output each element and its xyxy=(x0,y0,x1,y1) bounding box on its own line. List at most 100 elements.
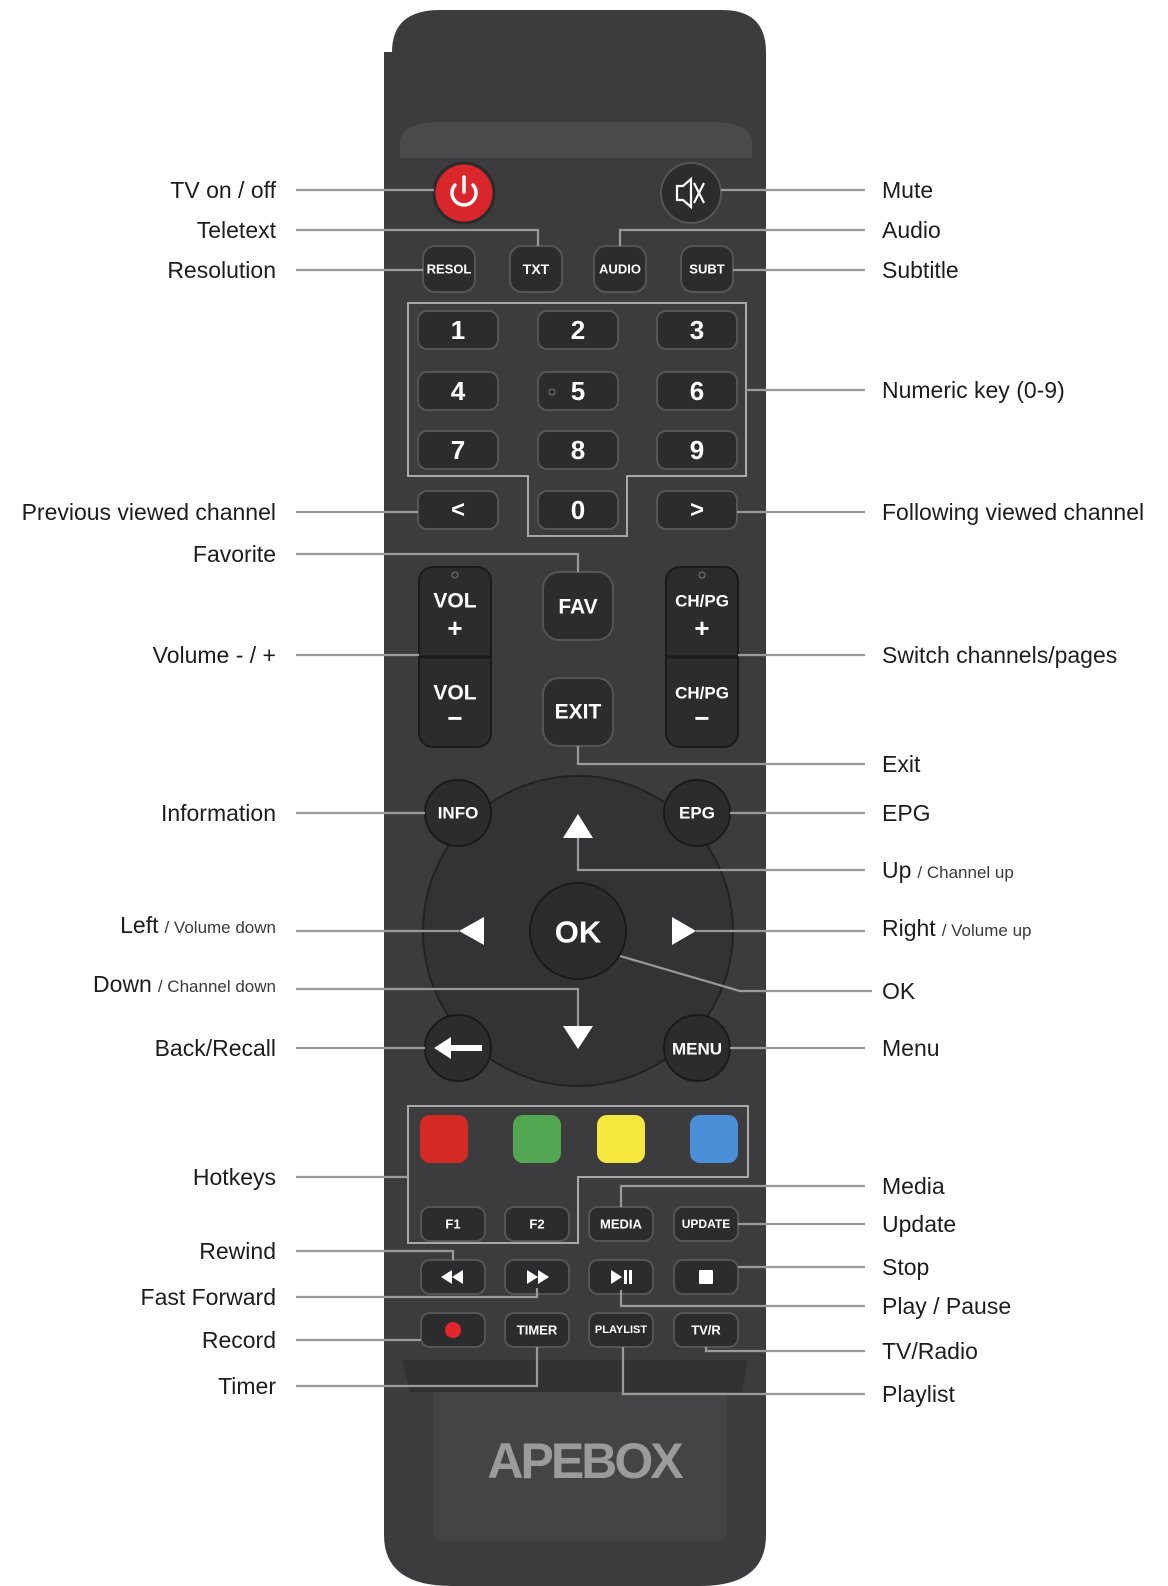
label-record: Record xyxy=(202,1327,276,1353)
digit-6-label: 6 xyxy=(690,376,704,406)
digit-5-label: 5 xyxy=(571,376,585,406)
right-labels: Mute Audio Subtitle Numeric key (0-9) Fo… xyxy=(882,177,1144,1407)
record-icon xyxy=(445,1322,461,1338)
resolution-button[interactable]: RESOL xyxy=(422,245,476,293)
digit-4-label: 4 xyxy=(451,376,466,406)
subtitle-button[interactable]: SUBT xyxy=(680,245,734,293)
rewind-button[interactable] xyxy=(420,1259,486,1295)
teletext-button[interactable]: TXT xyxy=(509,245,563,293)
f2-button[interactable]: F2 xyxy=(504,1206,570,1242)
red-hotkey[interactable] xyxy=(420,1115,468,1163)
label-exit: Exit xyxy=(882,751,921,777)
left-labels: TV on / off Teletext Resolution Previous… xyxy=(22,177,277,1399)
label-up-main: Up xyxy=(882,857,911,883)
info-label: INFO xyxy=(438,804,479,823)
favorite-label: FAV xyxy=(558,596,597,619)
label-up-sub: / Channel up xyxy=(917,863,1013,882)
label-tv-radio: TV/Radio xyxy=(882,1338,978,1364)
record-button[interactable] xyxy=(420,1312,486,1348)
media-button[interactable]: MEDIA xyxy=(588,1206,654,1242)
digit-1-button[interactable]: 1 xyxy=(417,310,499,350)
label-play-pause: Play / Pause xyxy=(882,1293,1011,1319)
label-right: Right / Volume up xyxy=(882,915,1031,941)
epg-button[interactable]: EPG xyxy=(663,779,731,847)
volume-down-label: VOL xyxy=(433,682,476,705)
tv-radio-button[interactable]: TV/R xyxy=(673,1312,739,1348)
label-left-main: Left xyxy=(120,912,159,938)
digit-0-button[interactable]: 0 xyxy=(537,490,619,530)
label-up: Up / Channel up xyxy=(882,857,1014,883)
audio-button[interactable]: AUDIO xyxy=(593,245,647,293)
brand-logo: APEBOX xyxy=(487,1433,683,1489)
label-timer: Timer xyxy=(218,1373,276,1399)
digit-9-button[interactable]: 9 xyxy=(656,430,738,470)
power-button[interactable] xyxy=(432,161,496,225)
epg-label: EPG xyxy=(679,804,715,823)
label-fast-forward: Fast Forward xyxy=(141,1284,276,1310)
minus-icon: − xyxy=(447,703,462,733)
label-mute: Mute xyxy=(882,177,933,203)
tv-radio-label: TV/R xyxy=(691,1323,721,1338)
digit-5-button[interactable]: 5 xyxy=(537,371,619,411)
digit-3-label: 3 xyxy=(690,315,704,345)
yellow-hotkey[interactable] xyxy=(597,1115,645,1163)
favorite-button[interactable]: FAV xyxy=(542,571,614,641)
digit-6-button[interactable]: 6 xyxy=(656,371,738,411)
exit-button[interactable]: EXIT xyxy=(542,677,614,747)
mute-button[interactable] xyxy=(660,162,722,224)
playlist-button[interactable]: PLAYLIST xyxy=(588,1312,654,1348)
digit-0-label: 0 xyxy=(571,495,585,525)
remote-diagram: RESOL TXT AUDIO SUBT 1 2 3 4 5 6 7 8 9 <… xyxy=(22,10,1144,1586)
digit-9-label: 9 xyxy=(690,435,704,465)
subtitle-label: SUBT xyxy=(689,262,724,277)
label-following-channel: Following viewed channel xyxy=(882,499,1144,525)
digit-2-label: 2 xyxy=(571,315,585,345)
digit-7-button[interactable]: 7 xyxy=(417,430,499,470)
label-down: Down / Channel down xyxy=(93,971,276,997)
media-label: MEDIA xyxy=(600,1217,643,1232)
update-label: UPDATE xyxy=(682,1217,730,1231)
label-left: Left / Volume down xyxy=(120,912,276,938)
f1-button[interactable]: F1 xyxy=(420,1206,486,1242)
next-channel-label: > xyxy=(690,497,704,524)
playlist-label: PLAYLIST xyxy=(595,1324,647,1336)
label-information: Information xyxy=(161,800,276,826)
label-previous-channel: Previous viewed channel xyxy=(22,499,276,525)
digit-8-button[interactable]: 8 xyxy=(537,430,619,470)
label-down-sub: / Channel down xyxy=(158,977,276,996)
digit-3-button[interactable]: 3 xyxy=(656,310,738,350)
label-numeric: Numeric key (0-9) xyxy=(882,377,1065,403)
blue-hotkey[interactable] xyxy=(690,1115,738,1163)
f1-label: F1 xyxy=(445,1217,460,1232)
previous-channel-button[interactable]: < xyxy=(417,490,499,530)
resolution-label: RESOL xyxy=(427,262,472,277)
label-menu: Menu xyxy=(882,1035,940,1061)
f2-label: F2 xyxy=(529,1217,544,1232)
menu-button[interactable]: MENU xyxy=(663,1014,731,1082)
play-pause-button[interactable] xyxy=(588,1259,654,1295)
digit-7-label: 7 xyxy=(451,435,465,465)
channel-down-label: CH/PG xyxy=(675,684,729,703)
timer-button[interactable]: TIMER xyxy=(504,1312,570,1348)
label-down-main: Down xyxy=(93,971,152,997)
stop-button[interactable] xyxy=(673,1259,739,1295)
previous-channel-label: < xyxy=(451,497,465,524)
green-hotkey[interactable] xyxy=(513,1115,561,1163)
label-playlist: Playlist xyxy=(882,1381,955,1407)
ok-button[interactable]: OK xyxy=(529,882,627,980)
back-button[interactable] xyxy=(424,1014,492,1082)
channel-up-label: CH/PG xyxy=(675,592,729,611)
info-button[interactable]: INFO xyxy=(424,779,492,847)
label-back-recall: Back/Recall xyxy=(155,1035,276,1061)
label-teletext: Teletext xyxy=(197,217,277,243)
digit-4-button[interactable]: 4 xyxy=(417,371,499,411)
next-channel-button[interactable]: > xyxy=(656,490,738,530)
update-button[interactable]: UPDATE xyxy=(673,1206,739,1242)
label-rewind: Rewind xyxy=(199,1238,276,1264)
label-update: Update xyxy=(882,1211,956,1237)
label-ok: OK xyxy=(882,978,916,1004)
minus-icon: − xyxy=(694,703,709,733)
label-epg: EPG xyxy=(882,800,931,826)
digit-2-button[interactable]: 2 xyxy=(537,310,619,350)
plus-icon: + xyxy=(447,613,462,643)
